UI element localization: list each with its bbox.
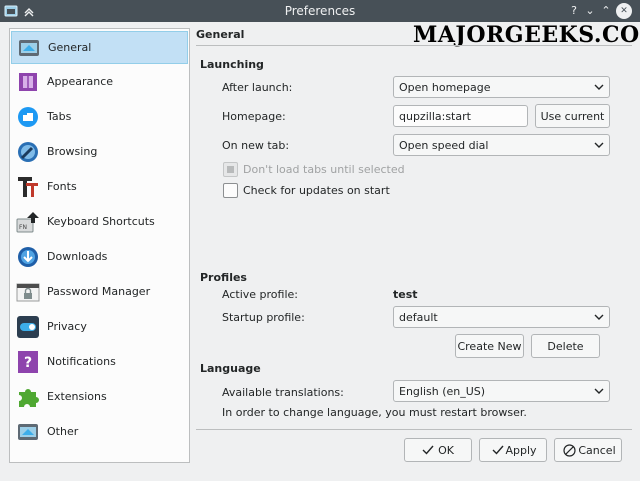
svg-text:FN: FN <box>19 224 27 231</box>
tabs-icon <box>18 107 38 127</box>
sidebar-item-label: Other <box>47 425 79 438</box>
after-launch-label: After launch: <box>222 81 293 94</box>
cancel-button[interactable]: Cancel <box>554 438 622 462</box>
sidebar-item-label: Notifications <box>47 355 116 368</box>
launching-heading: Launching <box>200 58 264 71</box>
active-profile-label: Active profile: <box>222 288 298 301</box>
sidebar-item-notifications[interactable]: ? Notifications <box>11 346 188 379</box>
translations-select[interactable]: English (en_US) <box>393 380 610 402</box>
chevron-down-icon <box>594 314 604 320</box>
active-profile-value: test <box>393 288 418 301</box>
homepage-label: Homepage: <box>222 110 286 123</box>
help-button[interactable]: ? <box>566 3 582 19</box>
chevron-down-icon <box>594 84 604 90</box>
homepage-value: qupzilla:start <box>399 110 471 123</box>
new-tab-select[interactable]: Open speed dial <box>393 134 610 156</box>
delete-label: Delete <box>547 340 584 353</box>
sidebar-item-label: Appearance <box>47 75 114 88</box>
dont-load-tabs-label: Don't load tabs until selected <box>243 163 405 176</box>
ok-label: OK <box>438 444 454 457</box>
startup-profile-select[interactable]: default <box>393 306 610 328</box>
sidebar-item-label: Fonts <box>47 180 77 193</box>
sidebar-item-label: Extensions <box>47 390 107 403</box>
language-heading: Language <box>200 362 261 375</box>
cancel-label: Cancel <box>578 444 616 457</box>
delete-profile-button[interactable]: Delete <box>531 334 600 358</box>
sidebar-item-label: Downloads <box>47 250 108 263</box>
check-updates-checkbox[interactable] <box>223 183 238 198</box>
chevron-down-icon <box>594 142 604 148</box>
profiles-heading: Profiles <box>200 271 247 284</box>
new-tab-value: Open speed dial <box>399 139 489 152</box>
sidebar-item-label: Privacy <box>47 320 87 333</box>
browsing-icon <box>18 142 38 162</box>
homepage-input[interactable]: qupzilla:start <box>393 105 528 127</box>
window-title: Preferences <box>284 4 356 18</box>
sidebar-item-extensions[interactable]: Extensions <box>11 381 188 414</box>
sidebar-item-label: Keyboard Shortcuts <box>47 215 155 228</box>
sidebar: General Appearance Tabs Browsing Fonts F… <box>9 28 190 463</box>
minimize-button[interactable]: ⌄ <box>582 3 598 19</box>
notifications-icon: ? <box>18 351 38 373</box>
create-new-profile-button[interactable]: Create New <box>455 334 524 358</box>
fonts-icon <box>18 177 38 197</box>
header-divider <box>196 45 632 46</box>
title-bar: Preferences ? ⌄ ⌃ ✕ <box>0 0 640 22</box>
general-icon <box>19 40 39 56</box>
password-manager-icon <box>16 283 40 302</box>
sidebar-item-downloads[interactable]: Downloads <box>11 241 188 274</box>
chevron-down-icon <box>594 388 604 394</box>
sidebar-item-label: Tabs <box>47 110 72 123</box>
sidebar-item-keyboard-shortcuts[interactable]: FN Keyboard Shortcuts <box>11 206 188 239</box>
footer-divider <box>196 429 632 430</box>
dont-load-tabs-checkbox[interactable] <box>223 162 238 177</box>
sidebar-item-fonts[interactable]: Fonts <box>11 171 188 204</box>
sidebar-item-general[interactable]: General <box>11 31 188 64</box>
apply-label: Apply <box>505 444 537 457</box>
translations-label: Available translations: <box>222 386 344 399</box>
startup-profile-label: Startup profile: <box>222 311 305 324</box>
after-launch-value: Open homepage <box>399 81 491 94</box>
apply-button[interactable]: Apply <box>479 438 547 462</box>
sidebar-item-label: Password Manager <box>47 285 151 298</box>
maximize-button[interactable]: ⌃ <box>598 3 614 19</box>
sidebar-item-other[interactable]: Other <box>11 416 188 449</box>
language-note: In order to change language, you must re… <box>222 406 527 419</box>
other-icon <box>18 424 38 440</box>
create-new-label: Create New <box>457 340 522 353</box>
appearance-icon <box>19 73 37 91</box>
sidebar-item-appearance[interactable]: Appearance <box>11 66 188 99</box>
new-tab-label: On new tab: <box>222 139 290 152</box>
sidebar-item-tabs[interactable]: Tabs <box>11 101 188 134</box>
startup-profile-value: default <box>399 311 438 324</box>
sidebar-item-label: Browsing <box>47 145 98 158</box>
privacy-icon <box>17 316 39 338</box>
svg-text:?: ? <box>24 355 32 371</box>
translations-value: English (en_US) <box>399 385 486 398</box>
use-current-label: Use current <box>540 110 605 123</box>
sidebar-item-label: General <box>48 41 92 54</box>
downloads-icon <box>18 247 38 267</box>
ok-button[interactable]: OK <box>404 438 472 462</box>
use-current-button[interactable]: Use current <box>535 104 610 128</box>
sidebar-item-browsing[interactable]: Browsing <box>11 136 188 169</box>
close-button[interactable]: ✕ <box>616 3 632 19</box>
check-updates-label: Check for updates on start <box>243 184 390 197</box>
after-launch-select[interactable]: Open homepage <box>393 76 610 98</box>
keyboard-shortcuts-icon: FN <box>16 212 39 233</box>
extensions-icon <box>19 389 39 407</box>
sidebar-item-privacy[interactable]: Privacy <box>11 311 188 344</box>
sidebar-item-password-manager[interactable]: Password Manager <box>11 276 188 309</box>
